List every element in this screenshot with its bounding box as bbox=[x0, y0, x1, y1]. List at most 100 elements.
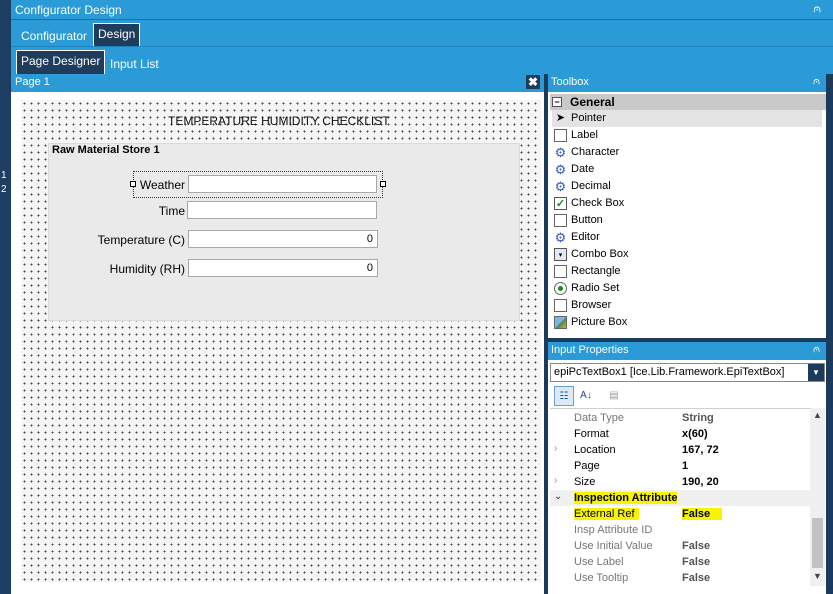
property-row[interactable]: Use Tooltip False bbox=[550, 570, 810, 586]
page-header: Page 1 ✖ bbox=[11, 74, 544, 92]
property-row[interactable]: External Ref False bbox=[550, 506, 810, 522]
toolbox-item-button[interactable]: Button bbox=[552, 212, 822, 229]
tab-configurator[interactable]: Configurator bbox=[17, 26, 91, 46]
toolbox-item-picture-box[interactable]: Picture Box bbox=[552, 314, 822, 331]
property-row[interactable]: Insp Attribute ID bbox=[550, 522, 810, 538]
toolbox-item-label: Date bbox=[571, 163, 595, 175]
categorized-icon[interactable]: ☷ bbox=[554, 386, 574, 406]
pointer-icon: ➤ bbox=[555, 112, 566, 124]
toolbox-item-character[interactable]: ⚙ Character bbox=[552, 144, 822, 161]
picture-icon bbox=[554, 316, 567, 329]
toolbox-item-label: Button bbox=[571, 214, 603, 226]
right-strip bbox=[826, 74, 833, 594]
object-selector[interactable]: epiPcTextBox1 [Ice.Lib.Framework.EpiText… bbox=[550, 363, 825, 382]
chevron-down-icon[interactable]: ▼ bbox=[813, 571, 822, 581]
toolbox-item-label: Decimal bbox=[571, 180, 611, 192]
field-label-weather[interactable]: Weather bbox=[100, 178, 185, 192]
toolbox-item-browser[interactable]: Browser bbox=[552, 297, 822, 314]
label-icon bbox=[554, 129, 567, 142]
property-grid: Data Type String Format x(60) › Location… bbox=[550, 408, 810, 586]
tab-input-list[interactable]: Input List bbox=[106, 54, 163, 74]
property-name: Page bbox=[574, 460, 600, 472]
property-name: Data Type bbox=[574, 412, 624, 424]
time-textbox[interactable] bbox=[187, 201, 377, 219]
property-row[interactable]: Format x(60) bbox=[550, 426, 810, 442]
property-row[interactable]: Page 1 bbox=[550, 458, 810, 474]
property-value[interactable]: x(60) bbox=[682, 428, 708, 440]
toolbox-group-label: General bbox=[570, 95, 615, 109]
toolbox-group-general[interactable]: − General bbox=[550, 94, 826, 110]
left-marker: 1 bbox=[1, 170, 7, 181]
humidity-textbox[interactable]: 0 bbox=[188, 259, 378, 277]
toolbox-item-label: Check Box bbox=[571, 197, 625, 209]
toolbox-header: Toolbox ⩀ bbox=[548, 74, 826, 92]
alphabetical-icon[interactable]: A↓ bbox=[576, 386, 596, 406]
chevron-down-icon[interactable]: ▼ bbox=[808, 364, 824, 381]
chevron-up-icon[interactable]: ▲ bbox=[813, 410, 822, 420]
toolbox-item-editor[interactable]: ⚙ Editor bbox=[552, 229, 822, 246]
toolbox-item-label: Combo Box bbox=[571, 248, 629, 260]
properties-title: Input Properties bbox=[551, 344, 629, 356]
gear-icon: ⚙ bbox=[554, 230, 567, 245]
toolbox-item-label: Radio Set bbox=[571, 282, 620, 294]
property-row[interactable]: Use Initial Value False bbox=[550, 538, 810, 554]
toolbox-item-check-box[interactable]: ✓ Check Box bbox=[552, 195, 822, 212]
toolbox-item-radio-set[interactable]: Radio Set bbox=[552, 280, 822, 297]
property-row[interactable]: › Location 167, 72 bbox=[550, 442, 810, 458]
property-name: Format bbox=[574, 428, 609, 440]
button-icon bbox=[554, 214, 567, 227]
property-name: External Ref bbox=[574, 508, 639, 520]
property-name: Use Label bbox=[574, 556, 624, 568]
chevron-down-icon[interactable]: ⌄ bbox=[554, 491, 562, 502]
property-category[interactable]: ⌄ Inspection Attribute bbox=[550, 490, 810, 506]
scrollbar-thumb[interactable] bbox=[812, 518, 823, 568]
chevron-right-icon[interactable]: › bbox=[554, 443, 557, 454]
property-row[interactable]: Use Label False bbox=[550, 554, 810, 570]
left-marker: 2 bbox=[1, 184, 7, 195]
property-grid-scrollbar[interactable]: ▲ ▼ bbox=[810, 408, 825, 586]
field-label-humidity[interactable]: Humidity (RH) bbox=[60, 262, 185, 276]
toolbox-item-date[interactable]: ⚙ Date bbox=[552, 161, 822, 178]
property-row[interactable]: › Size 190, 20 bbox=[550, 474, 810, 490]
toolbox-item-rectangle[interactable]: Rectangle bbox=[552, 263, 822, 280]
property-value[interactable]: 190, 20 bbox=[682, 476, 719, 488]
chevron-right-icon[interactable]: › bbox=[554, 475, 557, 486]
toolbox-panel: − General ➤ Pointer Label ⚙ Character ⚙ … bbox=[548, 92, 826, 338]
property-value[interactable]: 1 bbox=[682, 460, 688, 472]
toolbox-item-decimal[interactable]: ⚙ Decimal bbox=[552, 178, 822, 195]
property-value[interactable]: False bbox=[682, 572, 710, 584]
weather-textbox[interactable] bbox=[188, 175, 377, 193]
pin-icon[interactable]: ⩀ bbox=[813, 344, 820, 355]
window-title: Configurator Design bbox=[15, 3, 122, 17]
property-value[interactable]: String bbox=[682, 412, 714, 424]
property-value[interactable]: False bbox=[682, 556, 710, 568]
toolbox-item-label: Rectangle bbox=[571, 265, 621, 277]
group-title[interactable]: Raw Material Store 1 bbox=[52, 144, 160, 156]
property-value[interactable]: False bbox=[682, 540, 710, 552]
toolbox-item-combo-box[interactable]: ▾ Combo Box bbox=[552, 246, 822, 263]
tab-page-designer[interactable]: Page Designer bbox=[16, 50, 106, 74]
property-pages-icon[interactable]: ▤ bbox=[604, 386, 624, 406]
collapse-icon[interactable]: − bbox=[552, 97, 562, 107]
property-category-name: Inspection Attribute bbox=[574, 492, 678, 504]
pin-icon[interactable]: ⩀ bbox=[813, 76, 820, 87]
toolbox-item-pointer[interactable]: ➤ Pointer bbox=[552, 110, 822, 127]
property-name: Size bbox=[574, 476, 596, 488]
form-title[interactable]: TEMPERATURE HUMIDITY CHECKLIST bbox=[168, 114, 390, 128]
left-strip: 1 2 bbox=[0, 0, 11, 594]
toolbox-item-label[interactable]: Label bbox=[552, 127, 822, 144]
field-label-temperature[interactable]: Temperature (C) bbox=[60, 233, 185, 247]
pin-icon[interactable]: ⩀ bbox=[813, 3, 821, 16]
property-value[interactable]: False bbox=[682, 508, 723, 520]
tab-design[interactable]: Design bbox=[93, 23, 141, 46]
property-name: Use Initial Value bbox=[574, 540, 653, 552]
property-value[interactable]: 167, 72 bbox=[682, 444, 719, 456]
property-name: Use Tooltip bbox=[574, 572, 629, 584]
close-icon[interactable]: ✖ bbox=[526, 75, 540, 89]
toolbox-item-label: Browser bbox=[571, 299, 612, 311]
page-title: Page 1 bbox=[15, 76, 50, 88]
field-label-time[interactable]: Time bbox=[100, 204, 185, 218]
temperature-textbox[interactable]: 0 bbox=[188, 230, 378, 248]
resize-handle[interactable] bbox=[380, 181, 386, 187]
property-row[interactable]: Data Type String bbox=[550, 410, 810, 426]
